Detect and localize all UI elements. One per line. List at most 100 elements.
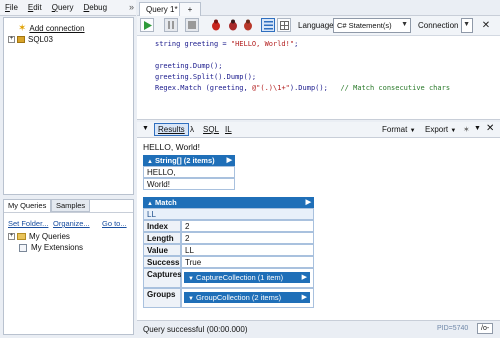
match-key: Success [143, 256, 181, 268]
collapse-triangle-icon[interactable]: ▼ [142, 125, 149, 132]
connections-tree: ✶ Add connection + SQL03 [3, 17, 134, 195]
results-toolbar: ▼ Results λ SQL IL Format ▼ Export ▼ ✶ ▼… [137, 122, 500, 138]
expand-right-icon: ▶ [301, 294, 307, 301]
captures-cell: ▼ CaptureCollection (1 item) ▶ [181, 268, 314, 288]
results-text-mode-button[interactable] [261, 18, 275, 32]
folder-icon [17, 233, 26, 240]
bug-dark-icon [229, 19, 237, 31]
go-to-link[interactable]: Go to... [102, 219, 127, 228]
dock-icon[interactable]: ▼ [474, 125, 481, 132]
pause-button[interactable] [164, 18, 178, 32]
code-editor[interactable]: string greeting = "HELLO, World!"; greet… [137, 36, 500, 120]
format-menu[interactable]: Format ▼ [382, 125, 416, 134]
tab-my-queries[interactable]: My Queries [4, 200, 52, 212]
my-extensions-label: My Extensions [31, 243, 84, 252]
expand-icon[interactable]: + [8, 233, 15, 240]
connection-label: Connection [418, 21, 459, 30]
match-key: Length [143, 232, 181, 244]
stop-button[interactable] [185, 18, 199, 32]
optimize-toggle[interactable]: /o- [477, 323, 494, 334]
pid-label: PID=5740 [437, 325, 469, 332]
match-value: 2 [181, 220, 314, 232]
add-connection-label: Add connection [29, 24, 85, 33]
extensions-icon [19, 243, 27, 252]
menu-debug[interactable]: Debug [79, 3, 113, 12]
add-connection-icon: ✶ [18, 23, 27, 34]
collapse-icon: ▼ [188, 296, 194, 302]
new-tab-button[interactable]: + [179, 2, 201, 16]
language-select[interactable]: C# Statement(s) ▼ [333, 18, 411, 33]
code-line-1: string greeting = "HELLO, World!"; [155, 40, 299, 48]
menu-edit[interactable]: Edit [23, 3, 47, 12]
expand-right-icon: ▶ [305, 199, 311, 206]
tab-lambda[interactable]: λ [190, 125, 194, 134]
my-queries-label: My Queries [29, 232, 70, 241]
match-value: LL [181, 244, 314, 256]
menu-bar: File Edit Query Debug » [0, 0, 136, 16]
tab-il[interactable]: IL [225, 125, 232, 134]
debug-dark-button[interactable] [226, 18, 240, 32]
groups-cell: ▼ GroupCollection (2 items) ▶ [181, 288, 314, 308]
tree-item-sql03[interactable]: + SQL03 [8, 35, 53, 44]
collapse-icon: ▲ [147, 201, 153, 207]
pause-icon [168, 21, 174, 29]
tab-divider [4, 212, 133, 213]
capture-collection-header[interactable]: ▼ CaptureCollection (1 item) ▶ [184, 272, 310, 283]
status-text: Query successful (00:00.000) [143, 325, 248, 334]
bug-step-icon [244, 19, 252, 31]
tab-samples[interactable]: Samples [51, 200, 91, 212]
stop-icon [188, 21, 196, 29]
play-icon [143, 20, 152, 30]
status-bar: Query successful (00:00.000) PID=5740 /o… [137, 320, 500, 338]
match-key: Index [143, 220, 181, 232]
chevron-down-icon: ▼ [463, 21, 470, 28]
expand-icon[interactable]: + [8, 36, 15, 43]
code-line-5: Regex.Match (greeting, @"(.)\1+").Dump()… [155, 84, 451, 92]
queries-panel: My Queries Samples Set Folder... Organiz… [3, 199, 134, 335]
query-toolbar: Language C# Statement(s) ▼ Connection ▼ … [137, 16, 500, 36]
match-key: Value [143, 244, 181, 256]
grid-icon [279, 20, 289, 30]
settings-icon[interactable]: ✶ [463, 125, 470, 134]
menu-overflow-chevron[interactable]: » [129, 2, 134, 12]
text-lines-icon [263, 20, 273, 29]
match-value: True [181, 256, 314, 268]
language-label: Language [298, 21, 334, 30]
string-array-item: HELLO, [143, 166, 235, 178]
tab-results[interactable]: Results [154, 123, 189, 136]
database-icon [17, 36, 25, 43]
close-button[interactable]: ✕ [479, 18, 493, 32]
group-collection-header[interactable]: ▼ GroupCollection (2 items) ▶ [184, 292, 310, 303]
match-value-row: LL [143, 208, 314, 220]
language-value: C# Statement(s) [337, 21, 392, 30]
tree-item-my-queries[interactable]: + My Queries [8, 232, 70, 241]
debug-step-button[interactable] [241, 18, 255, 32]
organize-link[interactable]: Organize... [53, 219, 90, 228]
close-icon: ✕ [481, 19, 491, 31]
connection-select[interactable]: ▼ [461, 18, 473, 33]
run-button[interactable] [140, 18, 154, 32]
tab-query-1[interactable]: Query 1* [139, 2, 185, 16]
export-menu[interactable]: Export ▼ [425, 125, 456, 134]
match-header[interactable]: ▲ Match ▶ [143, 197, 314, 208]
expand-right-icon: ▶ [226, 157, 232, 164]
match-value: 2 [181, 232, 314, 244]
menu-file[interactable]: File [0, 3, 23, 12]
tree-item-my-extensions[interactable]: My Extensions [19, 243, 83, 252]
tab-sql[interactable]: SQL [203, 125, 219, 134]
set-folder-link[interactable]: Set Folder... [8, 219, 48, 228]
match-key: Captures [143, 268, 182, 288]
collapse-icon: ▼ [188, 276, 194, 282]
greeting-output: HELLO, World! [143, 142, 201, 152]
string-array-item: World! [143, 178, 235, 190]
chevron-down-icon: ▼ [450, 128, 457, 134]
chevron-down-icon: ▼ [409, 128, 416, 134]
chevron-down-icon: ▼ [401, 21, 408, 28]
menu-query[interactable]: Query [47, 3, 79, 12]
close-results-icon[interactable]: ✕ [486, 123, 494, 134]
string-array-header[interactable]: ▲ String[] (2 items) ▶ [143, 155, 235, 166]
add-connection-link[interactable]: ✶ Add connection [18, 23, 85, 34]
debug-red-button[interactable] [209, 18, 223, 32]
results-grid-mode-button[interactable] [277, 18, 291, 32]
results-pane: HELLO, World! ▲ String[] (2 items) ▶ HEL… [137, 138, 500, 320]
